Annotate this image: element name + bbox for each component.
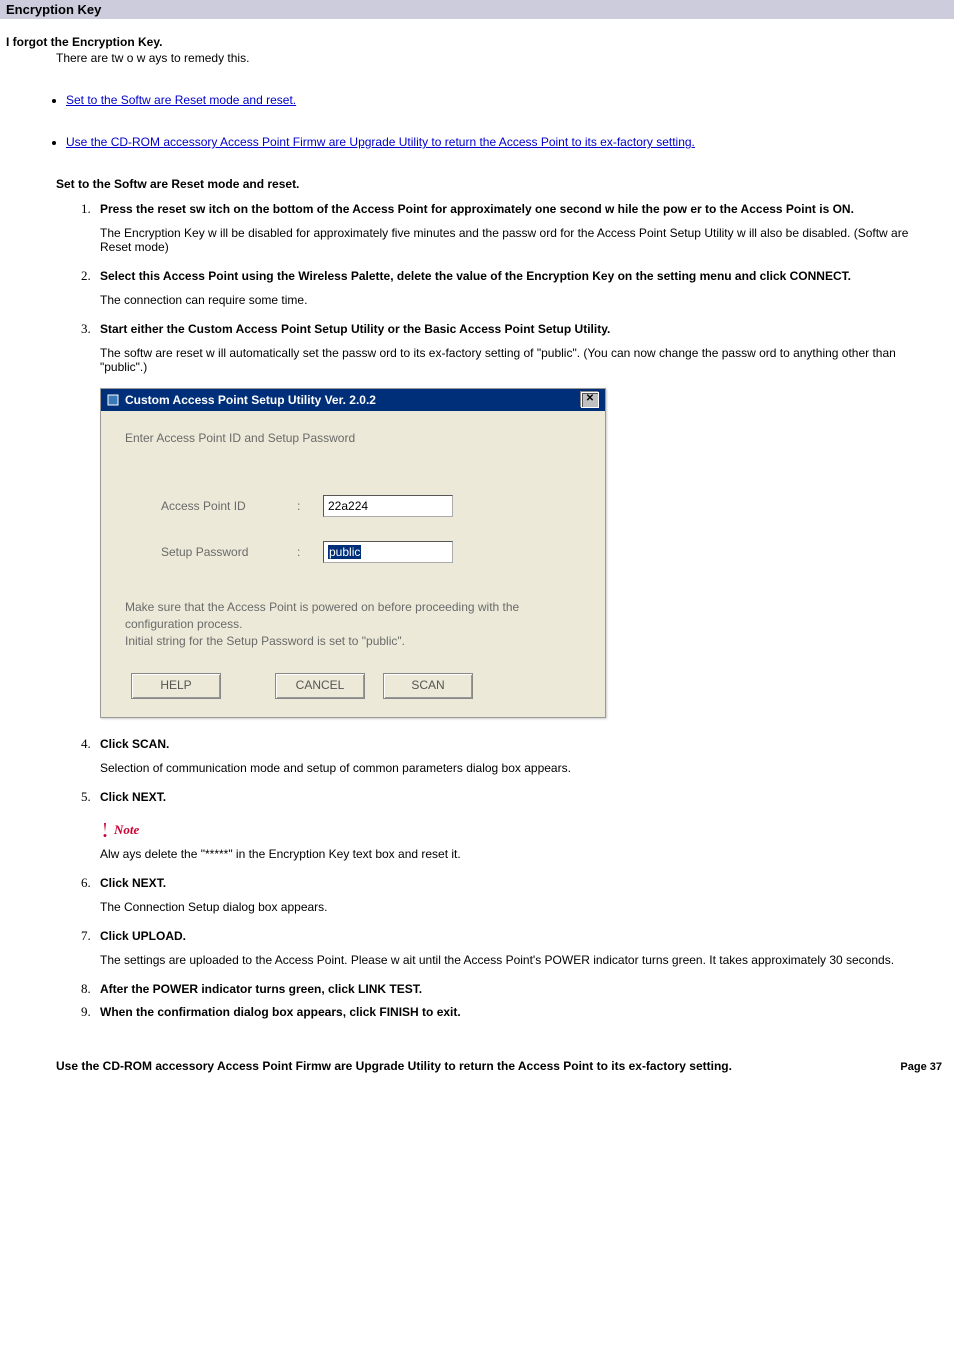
footer-row: Use the CD-ROM accessory Access Point Fi… [56, 1059, 942, 1073]
list-item: Set to the Softw are Reset mode and rese… [66, 93, 948, 107]
page-content: I forgot the Encryption Key. There are t… [0, 19, 954, 1099]
step-bold: Press the reset sw itch on the bottom of… [100, 202, 940, 216]
note-label-text: Note [114, 822, 139, 838]
colon: : [297, 499, 307, 513]
list-item: Use the CD-ROM accessory Access Point Fi… [66, 135, 948, 149]
intro-heading: I forgot the Encryption Key. [6, 35, 948, 49]
cancel-button[interactable]: CANCEL [275, 673, 365, 699]
step-1: Press the reset sw itch on the bottom of… [94, 201, 940, 254]
dialog-note-line2: Initial string for the Setup Password is… [125, 633, 581, 650]
step-9: When the confirmation dialog box appears… [94, 1004, 940, 1019]
link-cdrom-utility[interactable]: Use the CD-ROM accessory Access Point Fi… [66, 135, 695, 149]
step-bold: When the confirmation dialog box appears… [100, 1005, 940, 1019]
dialog-note-line1: Make sure that the Access Point is power… [125, 599, 581, 633]
field-row-apid: Access Point ID : 22a224 [161, 495, 581, 517]
step-bold: Start either the Custom Access Point Set… [100, 322, 940, 336]
section-header: Encryption Key [0, 0, 954, 19]
dialog-instruction: Enter Access Point ID and Setup Password [125, 431, 581, 445]
setup-password-input[interactable]: public [323, 541, 453, 563]
note-label: Note [100, 822, 139, 838]
colon: : [297, 545, 307, 559]
step-2: Select this Access Point using the Wirel… [94, 268, 940, 307]
section-header-text: Encryption Key [6, 2, 101, 17]
step-bold: Click SCAN. [100, 737, 940, 751]
step-bold: After the POWER indicator turns green, c… [100, 982, 940, 996]
note-body: Alw ays delete the "*****" in the Encryp… [100, 847, 940, 861]
step-body: Selection of communication mode and setu… [100, 761, 940, 775]
setup-utility-dialog: Custom Access Point Setup Utility Ver. 2… [100, 388, 606, 718]
steps-list: Press the reset sw itch on the bottom of… [76, 201, 940, 1019]
dialog-button-row: HELP CANCEL SCAN [125, 673, 581, 699]
dialog-note: Make sure that the Access Point is power… [125, 599, 581, 649]
app-icon [107, 394, 119, 406]
dialog-body: Enter Access Point ID and Setup Password… [101, 411, 605, 717]
field-row-password: Setup Password : public [161, 541, 581, 563]
field-label: Setup Password [161, 545, 281, 559]
step-bold: Click NEXT. [100, 876, 940, 890]
access-point-id-input[interactable]: 22a224 [323, 495, 453, 517]
note-block: Note [100, 822, 940, 841]
exclamation-icon [100, 823, 110, 837]
subsection-title-reset: Set to the Softw are Reset mode and rese… [56, 177, 948, 191]
close-icon[interactable]: ✕ [581, 392, 599, 408]
step-body: The Connection Setup dialog box appears. [100, 900, 940, 914]
scan-button[interactable]: SCAN [383, 673, 473, 699]
step-body: The connection can require some time. [100, 293, 940, 307]
dialog-titlebar: Custom Access Point Setup Utility Ver. 2… [101, 389, 605, 411]
step-3: Start either the Custom Access Point Set… [94, 321, 940, 718]
page-number: Page 37 [880, 1061, 942, 1073]
step-4: Click SCAN. Selection of communication m… [94, 736, 940, 775]
remedy-list: Set to the Softw are Reset mode and rese… [66, 93, 948, 149]
step-bold: Click UPLOAD. [100, 929, 940, 943]
step-7: Click UPLOAD. The settings are uploaded … [94, 928, 940, 967]
step-5: Click NEXT. Note Alw ays delete the "***… [94, 789, 940, 861]
step-body: The Encryption Key w ill be disabled for… [100, 226, 940, 254]
dialog-title-text: Custom Access Point Setup Utility Ver. 2… [125, 393, 376, 407]
field-label: Access Point ID [161, 499, 281, 513]
step-bold: Select this Access Point using the Wirel… [100, 269, 940, 283]
step-8: After the POWER indicator turns green, c… [94, 981, 940, 996]
intro-text: There are tw o w ays to remedy this. [56, 51, 948, 65]
help-button[interactable]: HELP [131, 673, 221, 699]
subsection-title-cdrom: Use the CD-ROM accessory Access Point Fi… [56, 1059, 732, 1073]
step-bold: Click NEXT. [100, 790, 940, 804]
step-body: The settings are uploaded to the Access … [100, 953, 940, 967]
link-software-reset[interactable]: Set to the Softw are Reset mode and rese… [66, 93, 296, 107]
step-6: Click NEXT. The Connection Setup dialog … [94, 875, 940, 914]
step-body: The softw are reset w ill automatically … [100, 346, 940, 374]
